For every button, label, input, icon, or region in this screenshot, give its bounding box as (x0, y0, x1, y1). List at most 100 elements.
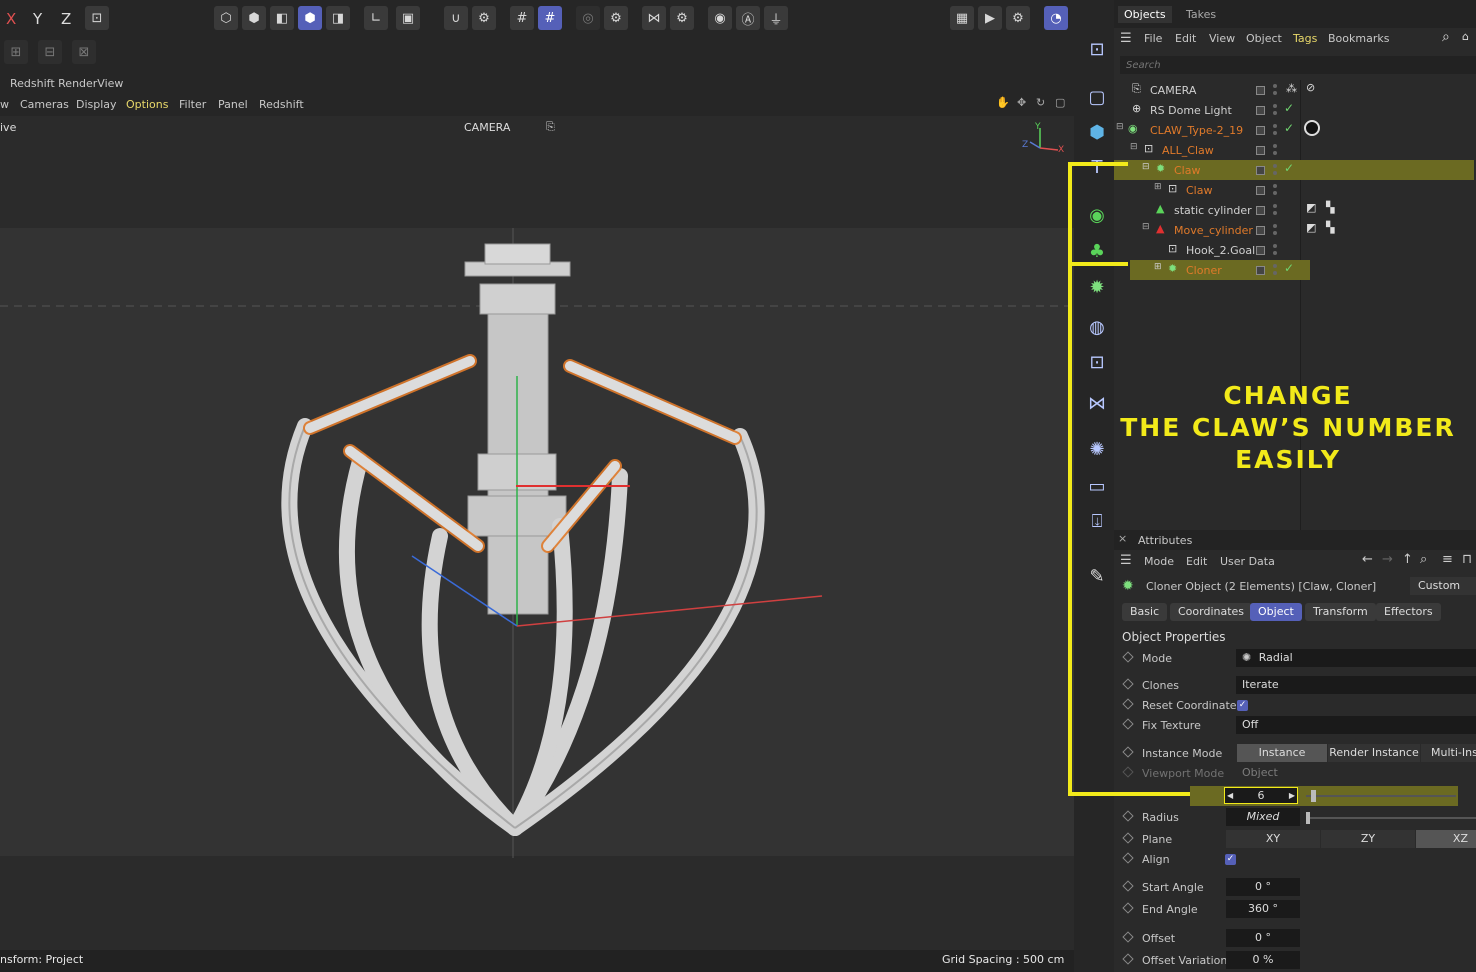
render-view-icon[interactable]: ▶ (978, 6, 1002, 30)
offset-variation-field[interactable]: 0 % (1226, 951, 1300, 969)
visibility-dots-icon[interactable] (1273, 143, 1277, 157)
objects-search-input[interactable] (1120, 56, 1476, 74)
render-region-icon[interactable]: ▦ (950, 6, 974, 30)
layer-icon[interactable] (1256, 105, 1265, 115)
pan-icon[interactable]: ✋ (996, 96, 1010, 109)
objects-menu-view[interactable]: View (1209, 32, 1235, 45)
viewport-menu-options[interactable]: Options (126, 98, 168, 111)
objects-menu-edit[interactable]: Edit (1175, 32, 1196, 45)
object-row-all-claw[interactable]: ⊟ ⊡ ALL_Claw (1114, 140, 1474, 160)
start-angle-field[interactable]: 0 ° (1226, 878, 1300, 896)
rotate-view-icon[interactable]: ↻ (1036, 96, 1045, 109)
radius-slider-handle[interactable] (1306, 812, 1310, 824)
grid-icon[interactable]: # (510, 6, 534, 30)
workplane-icon[interactable]: ◎ (576, 6, 600, 30)
end-angle-field[interactable]: 360 ° (1226, 900, 1300, 918)
animate-icon[interactable] (1122, 902, 1134, 914)
plug-icon[interactable]: ⏚ (764, 6, 788, 30)
model-mode-icon[interactable]: ⬢ (298, 6, 322, 30)
viewport-menu-panel[interactable]: Panel (218, 98, 248, 111)
objects-menu-bookmarks[interactable]: Bookmarks (1328, 32, 1389, 45)
null-object-icon[interactable]: ⊡ (1082, 34, 1112, 64)
radius-row: Radius Mixed (1114, 808, 1476, 828)
visibility-dots-icon[interactable] (1273, 123, 1277, 137)
animate-icon[interactable] (1122, 832, 1134, 844)
animate-icon[interactable] (1122, 931, 1134, 943)
object-mode-icon[interactable]: ◨ (326, 6, 350, 30)
visibility-dots-icon[interactable] (1273, 103, 1277, 117)
edges-mode-icon[interactable]: ⬢ (242, 6, 266, 30)
viewport[interactable]: ive CAMERA ⎘ Y Z X (0, 116, 1074, 965)
coordinate-system-icon[interactable]: ⊡ (85, 6, 109, 30)
layer-icon[interactable] (1256, 145, 1265, 155)
hamburger-icon[interactable]: ☰ (1120, 31, 1132, 46)
animate-icon[interactable] (1122, 810, 1134, 822)
material-tag-icon[interactable] (1304, 120, 1320, 136)
animate-icon[interactable] (1122, 953, 1134, 965)
cube-icon[interactable]: ⬢ (1082, 117, 1112, 147)
object-row-claw-type[interactable]: ⊟ ◉ CLAW_Type-2_19 ✓ (1114, 120, 1474, 140)
axis-y-lock[interactable]: Y (33, 10, 42, 28)
eye-icon[interactable]: ◉ (708, 6, 732, 30)
tab-takes[interactable]: Takes (1186, 8, 1216, 21)
points-mode-icon[interactable]: ⬡ (214, 6, 238, 30)
symmetry-settings-icon[interactable]: ⚙ (670, 6, 694, 30)
magnet-settings-icon[interactable]: ⚙ (472, 6, 496, 30)
text-tool-icon[interactable]: Ⓐ (736, 6, 760, 30)
grid-spacing-label: Grid Spacing : 500 cm (942, 953, 1065, 966)
plane-icon[interactable]: ▢ (1082, 82, 1112, 112)
objects-menu-file[interactable]: File (1144, 32, 1162, 45)
texture-mode-icon[interactable]: ▣ (396, 6, 420, 30)
tab-objects[interactable]: Objects (1118, 6, 1172, 23)
collapse-icon[interactable]: ⊟ (1130, 142, 1138, 152)
mograph-object-icon: ◉ (1128, 122, 1138, 135)
viewport-menu-cameras[interactable]: Cameras (20, 98, 69, 111)
collapse-icon[interactable]: ⊟ (1116, 122, 1124, 132)
redshift-icon[interactable]: ◔ (1044, 6, 1068, 30)
animate-icon[interactable] (1122, 852, 1134, 864)
magnet-icon[interactable]: ∪ (444, 6, 468, 30)
viewport-menu-redshift[interactable]: Redshift (259, 98, 304, 111)
object-row-dome-light[interactable]: ⊕ RS Dome Light ✓ (1114, 100, 1474, 120)
offset-label: Offset (1142, 932, 1176, 945)
align-checkbox[interactable]: ✓ (1225, 854, 1236, 865)
plane-zy-option[interactable]: ZY (1321, 830, 1415, 848)
plane-xy-option[interactable]: XY (1226, 830, 1320, 848)
viewport-menu-display[interactable]: Display (76, 98, 117, 111)
viewport-menu-view[interactable]: w (0, 98, 9, 111)
animate-icon[interactable] (1122, 880, 1134, 892)
workplane-settings-icon[interactable]: ⚙ (604, 6, 628, 30)
no-render-tag-icon[interactable]: ⊘ (1306, 81, 1315, 94)
axis-x-lock[interactable]: X (6, 10, 16, 28)
snap-grid-icon[interactable]: # (538, 6, 562, 30)
annotation-bracket (1068, 162, 1190, 796)
objects-menu: ☰ File Edit View Object Tags Bookmarks ⌕… (1114, 28, 1476, 50)
maximize-view-icon[interactable]: ▢ (1055, 96, 1065, 109)
undo-icon[interactable]: ⊞ (4, 40, 28, 64)
offset-field[interactable]: 0 ° (1226, 929, 1300, 947)
layer-icon[interactable] (1256, 125, 1265, 135)
claw-model[interactable] (0, 116, 1074, 950)
history-icon[interactable]: ⊠ (72, 40, 96, 64)
radius-field[interactable]: Mixed (1226, 808, 1300, 826)
viewport-menu-filter[interactable]: Filter (179, 98, 206, 111)
radius-slider[interactable] (1306, 817, 1476, 819)
layer-icon[interactable] (1256, 85, 1265, 95)
axis-mode-icon[interactable]: ∟ (364, 6, 388, 30)
protection-tag-icon[interactable]: ⁂ (1286, 82, 1297, 95)
polygons-mode-icon[interactable]: ◧ (270, 6, 294, 30)
move-view-icon[interactable]: ✥ (1017, 96, 1026, 109)
search-icon[interactable]: ⌕ (1442, 29, 1450, 45)
axis-z-lock[interactable]: Z (61, 10, 71, 28)
enabled-check-icon[interactable]: ✓ (1284, 101, 1294, 115)
plane-xz-option[interactable]: XZ (1416, 830, 1476, 848)
object-row-camera[interactable]: ⎘ CAMERA ⁂ ⊘ (1114, 80, 1474, 100)
objects-menu-tags[interactable]: Tags (1293, 32, 1317, 45)
symmetry-icon[interactable]: ⋈ (642, 6, 666, 30)
home-icon[interactable]: ⌂ (1462, 30, 1469, 43)
objects-menu-object[interactable]: Object (1246, 32, 1282, 45)
redo-icon[interactable]: ⊟ (38, 40, 62, 64)
render-settings-icon[interactable]: ⚙ (1006, 6, 1030, 30)
enabled-check-icon[interactable]: ✓ (1284, 121, 1294, 135)
visibility-dots-icon[interactable] (1273, 83, 1277, 97)
